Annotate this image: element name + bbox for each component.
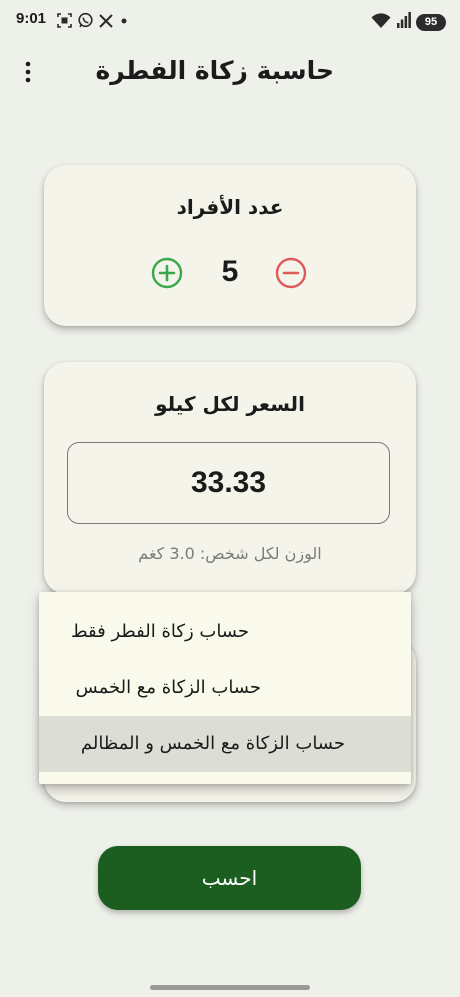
menu-item-zakat-khums-mazalim[interactable]: حساب الزكاة مع الخمس و المظالم	[39, 716, 411, 772]
decrease-people-button[interactable]	[275, 257, 307, 289]
more-options-button[interactable]	[12, 58, 44, 90]
calculation-type-menu: حساب زكاة الفطر فقط حساب الزكاة مع الخمس…	[39, 592, 411, 784]
increase-people-button[interactable]	[151, 257, 183, 289]
system-icons: 95	[370, 11, 446, 33]
wifi-icon	[370, 11, 392, 33]
people-count-stepper: 5	[44, 253, 416, 293]
whatsapp-icon	[77, 12, 94, 29]
people-count-card: عدد الأفراد 5	[44, 165, 416, 326]
price-per-kilo-title: السعر لكل كيلو	[155, 392, 305, 416]
calculate-button[interactable]: احسب	[98, 846, 361, 910]
signal-icon	[397, 12, 411, 32]
price-per-kilo-card: السعر لكل كيلو الوزن لكل شخص: 3.0 كغم	[44, 362, 416, 594]
gesture-nav-handle[interactable]	[150, 985, 310, 990]
app-title: حاسبة زكاة الفطرة	[95, 56, 334, 85]
dot-icon	[118, 15, 130, 27]
battery-indicator: 95	[416, 13, 446, 31]
notification-icons	[56, 12, 130, 29]
x-icon	[98, 13, 114, 29]
people-count-value: 5	[221, 255, 239, 288]
remove-circle-icon	[275, 257, 307, 289]
menu-item-zakat-khums[interactable]: حساب الزكاة مع الخمس	[39, 660, 411, 716]
add-circle-icon	[151, 257, 183, 289]
top-app-bar: حاسبة زكاة الفطرة	[0, 50, 460, 100]
more-vert-icon	[24, 61, 32, 87]
weight-per-person-note: الوزن لكل شخص: 3.0 كغم	[138, 544, 322, 563]
price-per-kilo-input[interactable]	[67, 442, 390, 524]
status-time: 9:01	[16, 10, 47, 27]
menu-item-zakat-only[interactable]: حساب زكاة الفطر فقط	[39, 604, 411, 660]
screenshot-icon	[56, 12, 73, 29]
people-count-title: عدد الأفراد	[176, 195, 284, 219]
status-bar: 9:01 95	[0, 0, 460, 42]
